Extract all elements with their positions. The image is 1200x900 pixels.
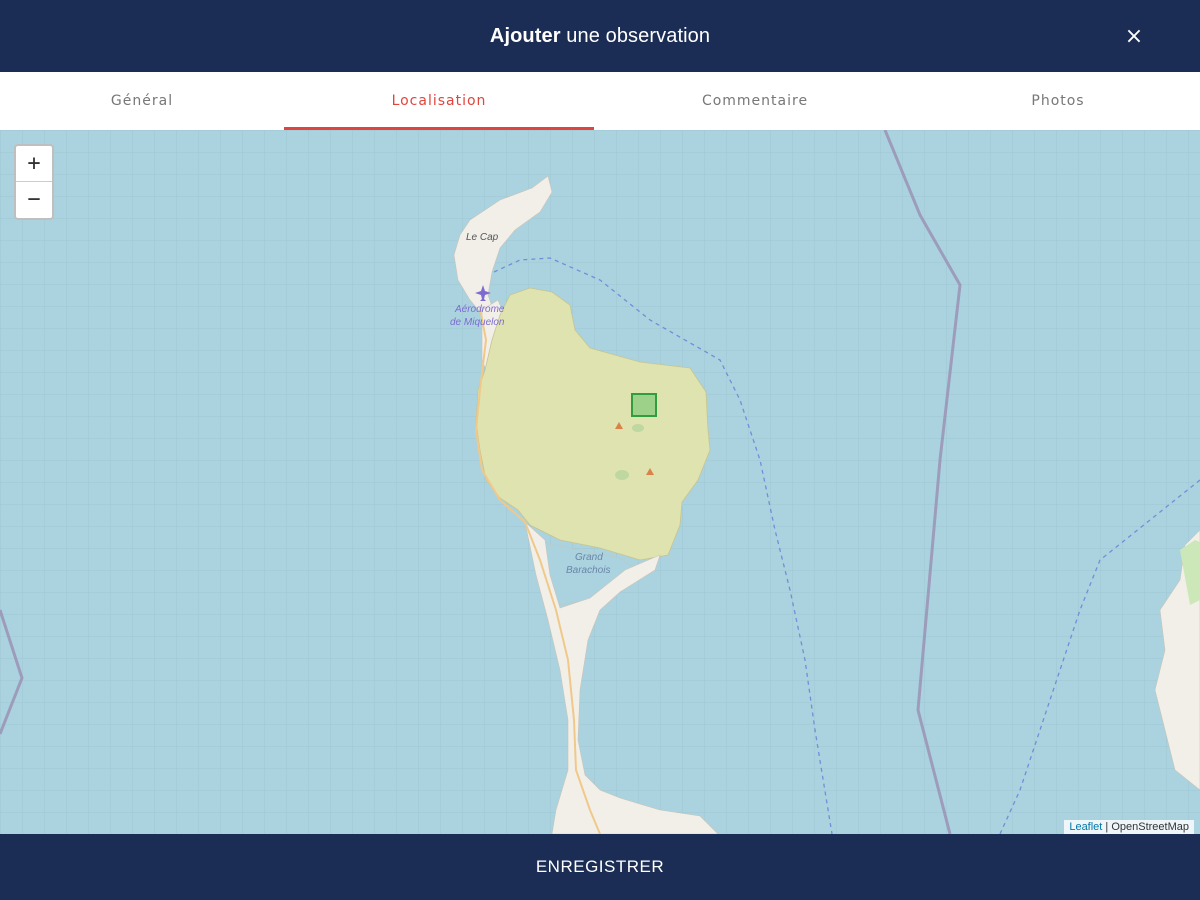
attribution-separator: | — [1102, 821, 1112, 833]
modal-header: Ajouter une observation × — [0, 0, 1200, 72]
map-tiles — [0, 130, 1200, 834]
zoom-in-button[interactable]: + — [16, 146, 52, 182]
modal-title-rest: une observation — [560, 24, 711, 47]
pond — [632, 424, 644, 432]
save-button-label: ENREGISTRER — [535, 857, 665, 876]
modal-title-bold: Ajouter — [489, 24, 561, 47]
leaflet-link[interactable]: Leaflet — [1069, 821, 1102, 833]
close-icon: × — [1124, 23, 1144, 49]
pond — [615, 470, 629, 480]
label-grand-barachois-1: Grand — [575, 552, 603, 563]
tab-general[interactable]: Général — [0, 72, 284, 130]
tab-localisation[interactable]: Localisation — [284, 72, 594, 130]
tab-bar: Général Localisation Commentaire Photos — [0, 72, 1200, 131]
save-button[interactable]: ENREGISTRER — [0, 834, 1200, 900]
zoom-control: + − — [14, 144, 54, 220]
zoom-out-button[interactable]: − — [16, 182, 52, 217]
tab-photos[interactable]: Photos — [916, 72, 1200, 130]
map-view[interactable]: Le Cap Aérodrome de Miquelon Grand Barac… — [0, 130, 1200, 834]
map-attribution: Leaflet | OpenStreetMap — [1064, 820, 1194, 834]
label-le-cap: Le Cap — [466, 232, 499, 243]
label-aerodrome-1: Aérodrome — [455, 304, 505, 315]
tab-commentaire[interactable]: Commentaire — [594, 72, 916, 130]
label-grand-barachois-2: Barachois — [566, 565, 611, 576]
selected-area-marker — [631, 393, 657, 417]
osm-link[interactable]: OpenStreetMap — [1111, 821, 1189, 833]
close-button[interactable]: × — [1116, 18, 1152, 54]
label-aerodrome-2: de Miquelon — [450, 317, 505, 328]
modal-title: Ajouter une observation — [490, 25, 710, 48]
